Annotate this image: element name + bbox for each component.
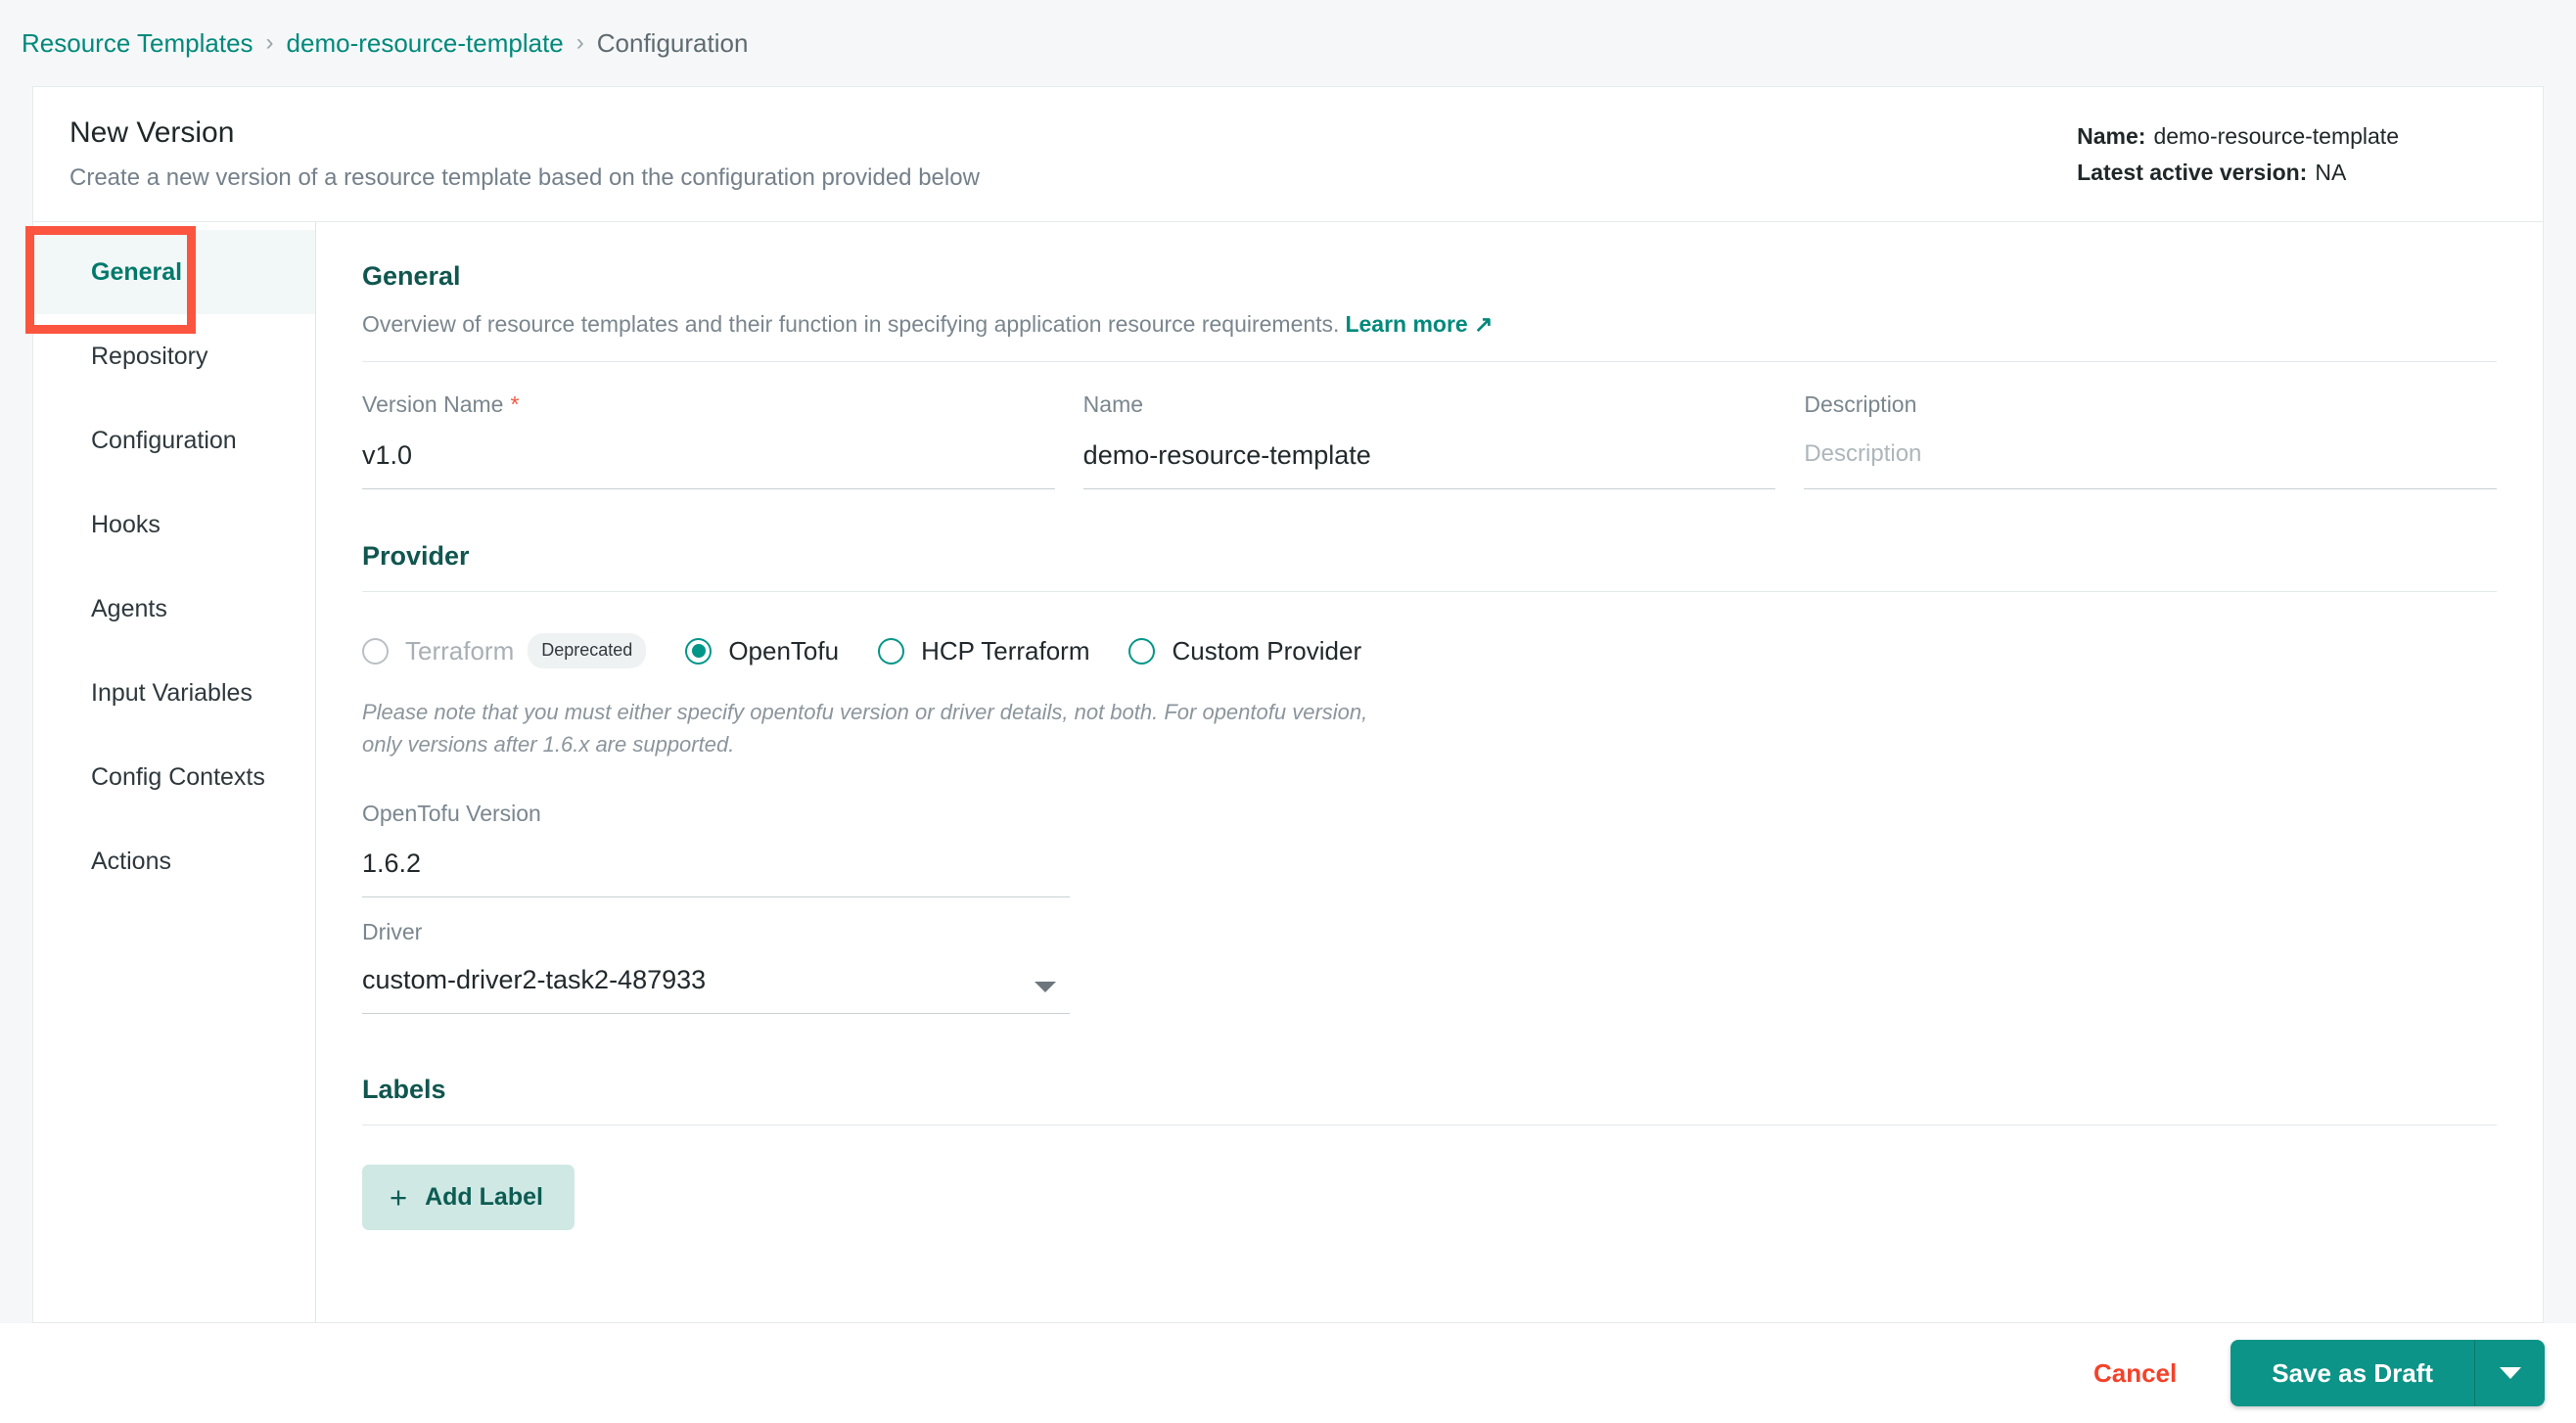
breadcrumb-item-configuration: Configuration xyxy=(596,27,749,58)
provider-option-label: Custom Provider xyxy=(1172,635,1362,666)
sidebar-item-general[interactable]: General xyxy=(33,230,315,314)
sidebar-item-actions[interactable]: Actions xyxy=(33,819,315,903)
sidebar-item-hooks[interactable]: Hooks xyxy=(33,482,315,567)
page-title: New Version xyxy=(69,116,235,149)
learn-more-link[interactable]: Learn more ↗ xyxy=(1345,311,1493,337)
general-fields-row: Version Name * v1.0 Name demo-resource-te… xyxy=(362,391,2498,489)
provider-option-label: OpenTofu xyxy=(728,635,840,666)
sidebar-item-label: Agents xyxy=(91,594,167,622)
meta-name-row: Name: demo-resource-template xyxy=(2077,123,2399,150)
name-label: Name xyxy=(1082,391,1144,417)
driver-label: Driver xyxy=(362,918,423,944)
sidebar-item-label: Configuration xyxy=(91,426,237,454)
breadcrumb-separator: › xyxy=(265,29,274,56)
sidebar-item-label: Config Contexts xyxy=(91,762,265,791)
sidebar-item-label: Repository xyxy=(91,342,208,370)
meta-latest-version-row: Latest active version: NA xyxy=(2077,160,2346,186)
description-input[interactable]: Description xyxy=(1804,440,2498,489)
labels-section-title: Labels xyxy=(362,1074,446,1104)
name-input[interactable]: demo-resource-template xyxy=(1082,440,1776,489)
general-settings-panel: General Overview of resource templates a… xyxy=(316,222,2543,1322)
meta-latest-version-label: Latest active version: xyxy=(2077,159,2308,185)
version-name-input[interactable]: v1.0 xyxy=(362,440,1055,489)
version-name-label: Version Name * xyxy=(362,391,1055,418)
driver-field-group: Driver custom-driver2-task2-487933 xyxy=(362,919,1070,1014)
general-section-description: Overview of resource templates and their… xyxy=(362,311,2497,362)
breadcrumb-item-resource-templates[interactable]: Resource Templates xyxy=(22,28,253,59)
sidebar-item-label: Hooks xyxy=(91,510,161,538)
provider-section-title: Provider xyxy=(362,541,470,571)
driver-select[interactable]: custom-driver2-task2-487933 xyxy=(362,965,1070,1014)
save-as-draft-button[interactable]: Save as Draft xyxy=(2231,1340,2474,1406)
radio-unchecked-icon xyxy=(362,637,389,665)
general-description-text: Overview of resource templates and their… xyxy=(362,311,1340,337)
sidebar-item-input-variables[interactable]: Input Variables xyxy=(33,651,315,735)
provider-option-opentofu[interactable]: OpenTofu xyxy=(685,636,839,666)
sidebar-item-config-contexts[interactable]: Config Contexts xyxy=(33,735,315,819)
provider-option-label: HCP Terraform xyxy=(921,635,1090,666)
radio-unchecked-icon xyxy=(878,637,905,665)
opentofu-version-input[interactable]: 1.6.2 xyxy=(362,849,1070,897)
provider-note: Please note that you must either specify… xyxy=(362,700,1368,757)
chevron-down-icon xyxy=(2499,1367,2521,1379)
sidebar-item-repository[interactable]: Repository xyxy=(33,314,315,398)
sidebar-item-label: General xyxy=(91,257,183,286)
opentofu-version-label: OpenTofu Version xyxy=(362,800,541,826)
provider-option-custom-provider[interactable]: Custom Provider xyxy=(1128,636,1361,666)
version-name-field-group: Version Name * v1.0 xyxy=(362,391,1055,489)
description-label: Description xyxy=(1804,391,1917,417)
meta-name-label: Name: xyxy=(2077,122,2146,149)
required-asterisk-icon: * xyxy=(510,391,520,417)
breadcrumb-separator: › xyxy=(575,29,584,56)
version-name-label-text: Version Name xyxy=(362,391,504,417)
page-header-meta: Name: demo-resource-template Latest activ… xyxy=(2077,123,2507,186)
page-header-text: New Version Create a new version of a re… xyxy=(69,116,980,192)
meta-latest-version-value: NA xyxy=(2315,159,2347,185)
sidebar-item-label: Input Variables xyxy=(91,678,253,707)
content-card: General Repository Configuration Hooks A… xyxy=(32,221,2544,1323)
sidebar-item-label: Actions xyxy=(91,847,171,875)
provider-radio-group: Terraform Deprecated OpenTofu HCP Terraf… xyxy=(362,633,2497,668)
name-field-group: Name demo-resource-template xyxy=(1082,391,1776,489)
deprecated-badge: Deprecated xyxy=(528,633,647,668)
sidebar-item-configuration[interactable]: Configuration xyxy=(33,398,315,482)
form-footer: Cancel Save as Draft xyxy=(0,1323,2576,1423)
add-label-button-text: Add Label xyxy=(425,1182,543,1211)
description-field-group: Description Description xyxy=(1804,391,2498,489)
plus-icon: + xyxy=(390,1179,408,1215)
provider-option-terraform[interactable]: Terraform Deprecated xyxy=(362,633,647,668)
sidebar-item-agents[interactable]: Agents xyxy=(33,567,315,651)
breadcrumb-item-demo-resource-template[interactable]: demo-resource-template xyxy=(287,28,564,59)
save-options-dropdown-button[interactable] xyxy=(2474,1340,2545,1406)
provider-divider xyxy=(362,591,2497,592)
breadcrumb: Resource Templates › demo-resource-templ… xyxy=(0,0,2576,86)
cancel-button[interactable]: Cancel xyxy=(2093,1358,2177,1389)
provider-option-hcp-terraform[interactable]: HCP Terraform xyxy=(878,636,1089,666)
radio-checked-icon xyxy=(685,637,713,665)
meta-name-value: demo-resource-template xyxy=(2153,122,2399,149)
page-header-card: New Version Create a new version of a re… xyxy=(32,86,2544,221)
page-subtitle: Create a new version of a resource templ… xyxy=(69,164,980,191)
settings-sidebar: General Repository Configuration Hooks A… xyxy=(33,222,316,1322)
save-split-button: Save as Draft xyxy=(2231,1340,2545,1406)
general-section-title: General xyxy=(362,261,461,291)
add-label-button[interactable]: + Add Label xyxy=(362,1164,575,1230)
opentofu-version-field-group: OpenTofu Version 1.6.2 xyxy=(362,801,1070,897)
provider-option-label: Terraform xyxy=(405,635,515,666)
radio-unchecked-icon xyxy=(1128,637,1156,665)
